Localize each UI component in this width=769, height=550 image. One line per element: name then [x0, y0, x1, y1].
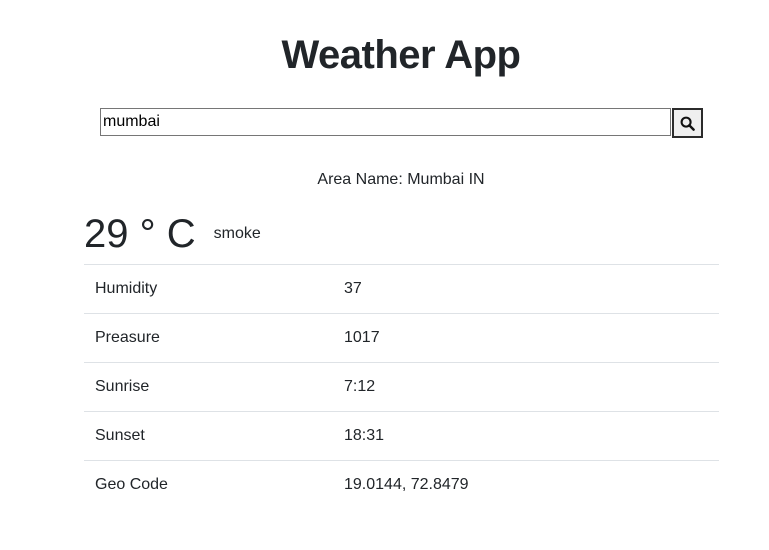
weather-condition: smoke: [213, 225, 261, 242]
search-bar: [100, 108, 703, 138]
detail-label: Sunrise: [84, 362, 333, 412]
search-input[interactable]: [100, 108, 671, 136]
table-row: Humidity 37: [84, 264, 719, 314]
detail-value: 7:12: [333, 362, 719, 412]
table-row: Geo Code 19.0144, 72.8479: [84, 460, 719, 509]
area-name: Area Name: Mumbai IN: [317, 171, 485, 188]
search-button[interactable]: [672, 108, 703, 138]
detail-label: Humidity: [84, 264, 333, 314]
table-row: Sunset 18:31: [84, 411, 719, 461]
weather-page: Weather App Area Name: Mumbai IN 29 ° C …: [0, 0, 769, 550]
table-row: Sunrise 7:12: [84, 362, 719, 412]
detail-value: 37: [333, 264, 719, 314]
weather-details-table: Humidity 37 Preasure 1017 Sunrise 7:12 S…: [84, 264, 719, 509]
page-title: Weather App: [281, 33, 521, 77]
detail-label: Geo Code: [84, 460, 333, 509]
detail-value: 19.0144, 72.8479: [333, 460, 719, 509]
detail-label: Sunset: [84, 411, 333, 461]
current-weather: 29 ° C smoke: [84, 208, 261, 260]
temperature: 29 ° C: [84, 212, 196, 256]
search-icon: [680, 116, 695, 131]
detail-value: 18:31: [333, 411, 719, 461]
detail-value: 1017: [333, 313, 719, 363]
detail-label: Preasure: [84, 313, 333, 363]
table-row: Preasure 1017: [84, 313, 719, 363]
